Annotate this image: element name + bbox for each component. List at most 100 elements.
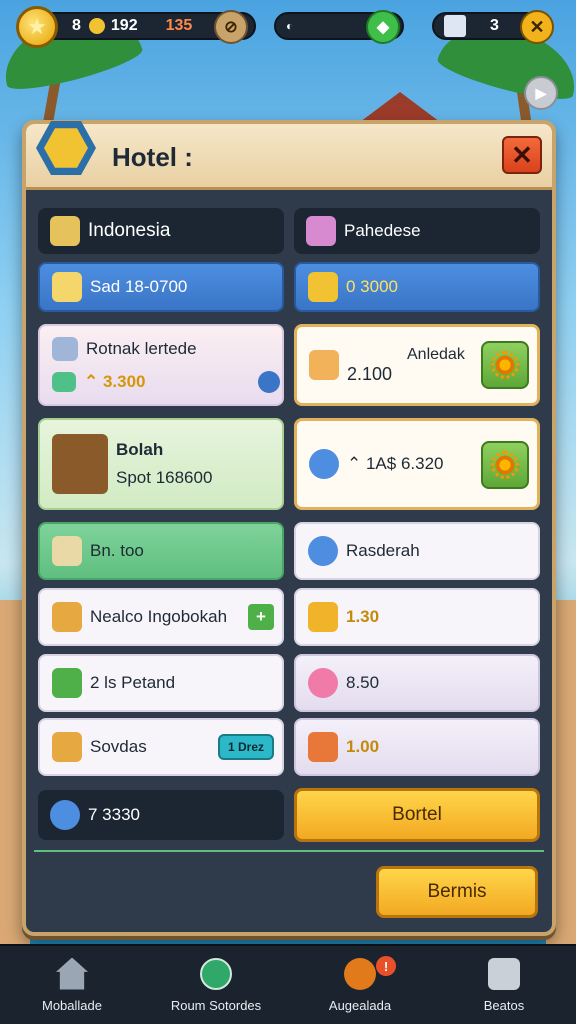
price-card-100[interactable]: 1.00 [294, 718, 540, 776]
gear-icon [491, 451, 519, 479]
nav-label-upgrades: Augealada [328, 997, 392, 1013]
anvil-icon [308, 602, 338, 632]
gear-blue-icon [308, 536, 338, 566]
rotnak-title: Rotnak lertede [86, 339, 197, 358]
bolah-card[interactable]: Bolah Spot 168600 [38, 418, 284, 510]
scroll-icon [52, 732, 82, 762]
bn-card[interactable]: Bn. too [38, 522, 284, 580]
price-130: 1.30 [346, 607, 380, 626]
top-bar: 8 192 135 ★ ⊘ ◐ ◆ 3 ✕ [12, 6, 564, 48]
compass-icon [50, 800, 80, 830]
emerald-icon[interactable]: ◆ [366, 10, 400, 44]
nav-label-stats: Beatos [483, 997, 525, 1013]
hotel-emblem-icon [36, 121, 96, 175]
nav-item-rooms[interactable]: Roum Sotordes [144, 946, 288, 1024]
schedule-value: Sad 18-0700 [90, 277, 188, 296]
cookie-icon [344, 957, 376, 990]
gold-coin-icon [88, 18, 105, 34]
heart-icon [308, 668, 338, 698]
petand-card[interactable]: 2 ls Petand [38, 654, 284, 712]
currency2-value: 192 [110, 17, 138, 34]
bolah-title: Bolah [116, 440, 164, 459]
rotnak-card[interactable]: Rotnak lertede ⌃ 3.300 [38, 324, 284, 406]
rasderah-card[interactable]: Rasderah [294, 522, 540, 580]
total-value: 7 3330 [88, 805, 140, 824]
currency1-value: 8 [72, 17, 81, 34]
close-top-button[interactable]: ✕ [520, 10, 554, 44]
rasderah-label: Rasderah [346, 541, 420, 560]
price-100: 1.00 [346, 737, 380, 756]
anledak-value: 2.100 [347, 363, 393, 384]
balance-card[interactable]: ⌃ 1A$ 6.320 [294, 418, 540, 510]
bermis-button[interactable]: Bermis [376, 866, 538, 918]
gear-icon [491, 351, 519, 379]
close-button[interactable]: ✕ [502, 136, 542, 174]
petand-label: 2 ls Petand [90, 673, 176, 692]
box-icon [306, 216, 336, 246]
bottom-nav: Moballade Roum Sotordes Augealada ! Beat… [0, 944, 576, 1024]
price-card-850[interactable]: 8.50 [294, 654, 540, 712]
bed-icon [52, 434, 108, 494]
bermis-label: Bermis [427, 881, 487, 902]
panel-title: Hotel : [112, 142, 193, 172]
gold-card[interactable]: 0 3000 [294, 262, 540, 312]
bolah-value: Spot 168600 [116, 468, 213, 487]
nealco-label: Nealco Ingobokah [90, 607, 228, 626]
balance-value: ⌃ 1A$ 6.320 [347, 454, 444, 473]
bortel-button[interactable]: Bortel [294, 788, 540, 842]
nealco-card[interactable]: Nealco Ingobokah + [38, 588, 284, 646]
cube-value: 3 [490, 17, 499, 34]
region-right[interactable]: Pahedese [294, 208, 540, 254]
bn-title: Bn. too [90, 541, 144, 560]
nav-item-upgrades[interactable]: Augealada ! [288, 946, 432, 1024]
info-icon: ◐ [286, 19, 294, 33]
nav-label-home: Moballade [42, 997, 102, 1013]
sovdas-card[interactable]: Sovdas 1 Drez [38, 718, 284, 776]
price-850: 8.50 [346, 673, 380, 692]
add-button[interactable]: + [248, 604, 274, 630]
gift-icon [52, 272, 82, 302]
nav-label-rooms: Roum Sotordes [170, 997, 262, 1013]
nav-item-home[interactable]: Moballade [0, 946, 144, 1024]
hammer-icon [309, 350, 339, 380]
star-icon[interactable]: ★ [16, 6, 58, 48]
notification-badge: ! [376, 956, 396, 976]
leaf-icon [52, 372, 76, 392]
gold-bar-icon [308, 272, 338, 302]
info-badge-icon [257, 371, 280, 393]
region-left[interactable]: Indonesia [38, 208, 284, 254]
stack-icon [52, 337, 78, 361]
region-left-label: Indonesia [88, 220, 171, 241]
map-icon [50, 216, 80, 246]
cube-icon [444, 15, 466, 37]
crate-icon [52, 536, 82, 566]
compass-icon [200, 957, 232, 990]
clock-icon [309, 449, 339, 479]
play-icon[interactable]: ▶ [524, 76, 558, 110]
gold-value: 0 3000 [346, 277, 398, 296]
brush-icon [52, 602, 82, 632]
upgrade-button-2[interactable] [481, 441, 529, 489]
home-icon [56, 957, 88, 990]
rotnak-value: ⌃ 3.300 [84, 372, 146, 391]
total-card: 7 3330 [38, 790, 284, 840]
hotel-panel: Hotel : ✕ Indonesia Pahedese Sad 18-0700… [22, 120, 556, 936]
cash-icon [52, 668, 82, 698]
shop-icon[interactable]: ⊘ [214, 10, 248, 44]
currency3-value: 135 [165, 17, 193, 34]
panel-header: Hotel : ✕ [26, 121, 552, 190]
boot-icon [308, 732, 338, 762]
anledak-title: Anledak [407, 345, 465, 363]
upgrade-button[interactable] [481, 341, 529, 389]
nav-item-stats[interactable]: Beatos [432, 946, 576, 1024]
sovdas-button[interactable]: 1 Drez [217, 734, 274, 760]
sovdas-label: Sovdas [90, 737, 147, 756]
region-right-label: Pahedese [344, 221, 421, 240]
stack-icon [488, 957, 520, 990]
bortel-label: Bortel [392, 804, 442, 825]
anledak-card[interactable]: Anledak 2.100 [294, 324, 540, 406]
hotel-roof [360, 92, 440, 122]
schedule-card[interactable]: Sad 18-0700 [38, 262, 284, 312]
divider [34, 850, 544, 852]
price-card-130[interactable]: 1.30 [294, 588, 540, 646]
